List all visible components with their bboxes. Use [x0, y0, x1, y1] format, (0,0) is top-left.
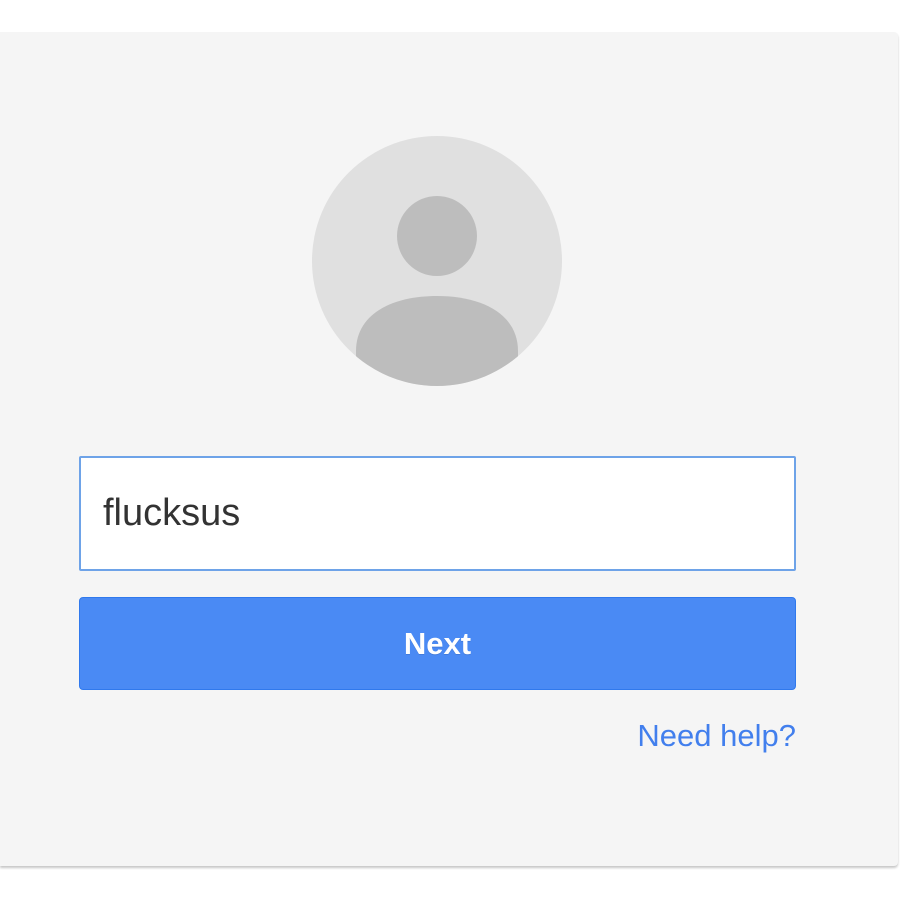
signin-card: Next Need help? — [0, 32, 898, 866]
need-help-link[interactable]: Need help? — [637, 718, 796, 754]
username-input[interactable] — [79, 456, 796, 571]
default-user-avatar-icon — [312, 136, 562, 386]
person-silhouette-icon — [356, 196, 518, 386]
next-button[interactable]: Next — [79, 597, 796, 690]
